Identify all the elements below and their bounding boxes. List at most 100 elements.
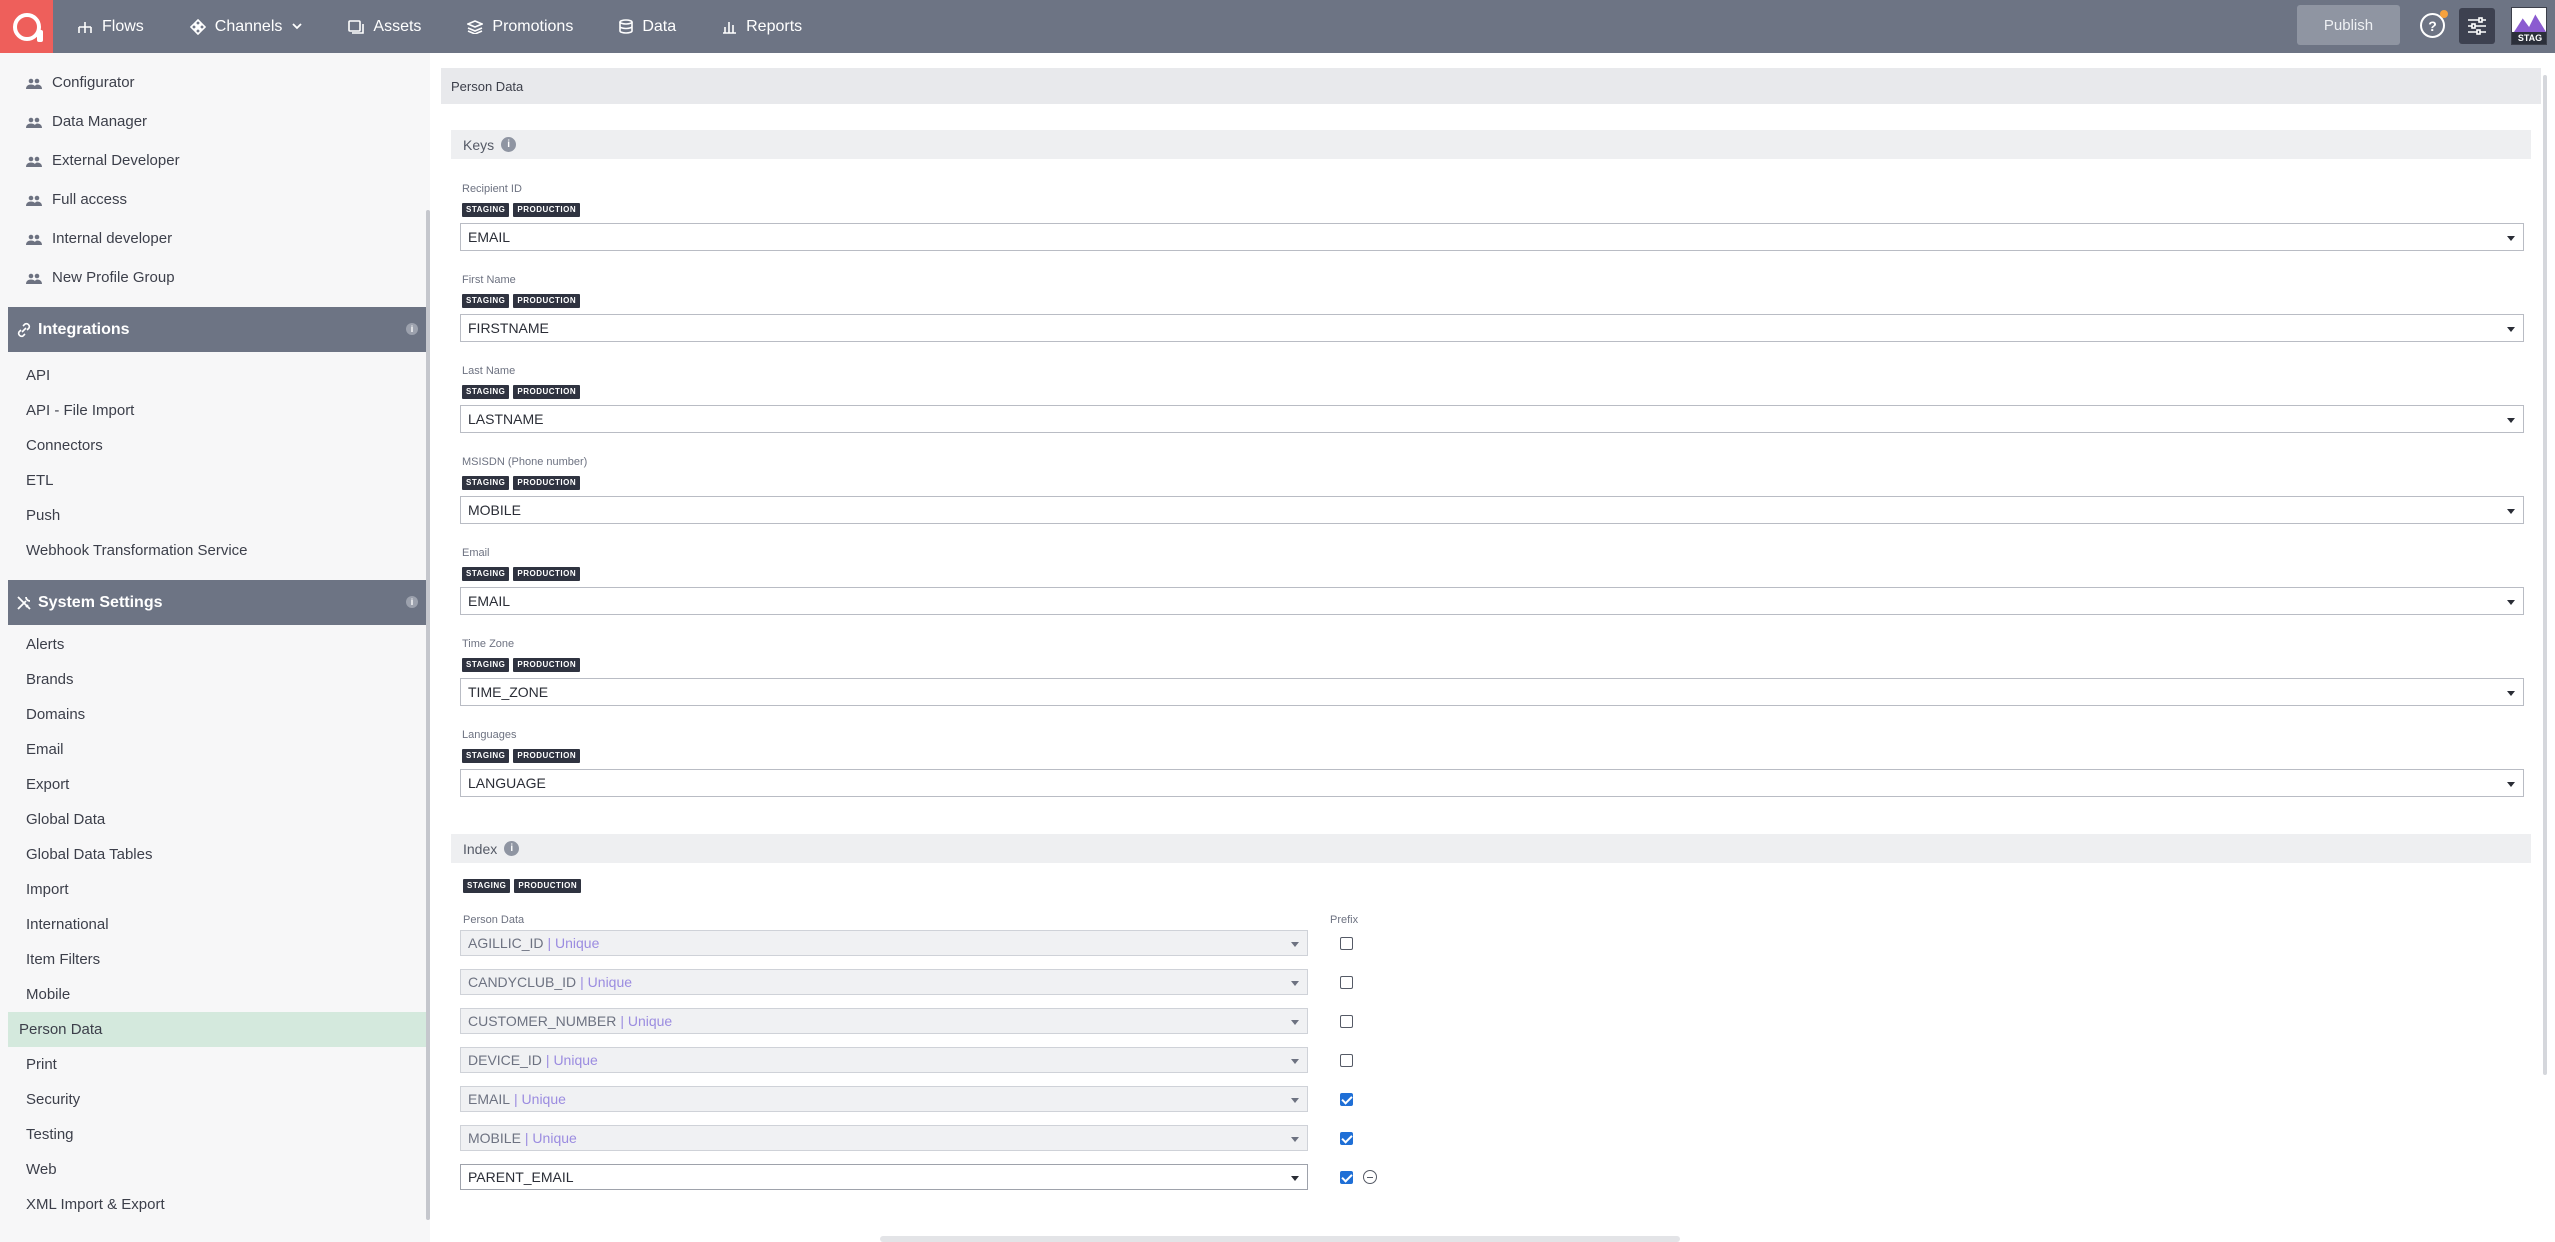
profile-group-item[interactable]: Configurator bbox=[0, 63, 430, 102]
prefix-checkbox[interactable] bbox=[1340, 1054, 1353, 1067]
prefix-checkbox[interactable] bbox=[1340, 1015, 1353, 1028]
sidebar-item[interactable]: Global Data bbox=[8, 802, 426, 837]
key-field-label: Time Zone bbox=[462, 638, 515, 650]
main-scrollbar[interactable] bbox=[2543, 75, 2547, 1075]
index-env-tags: STAGING PRODUCTION bbox=[463, 879, 2541, 896]
key-field-select[interactable]: LASTNAME bbox=[460, 405, 2524, 433]
users-icon bbox=[26, 195, 42, 206]
sidebar-item[interactable]: Global Data Tables bbox=[8, 837, 426, 872]
env-tags: STAGING PRODUCTION bbox=[462, 294, 2541, 311]
caret-down-icon bbox=[1291, 1059, 1299, 1064]
sidebar-scrollbar[interactable] bbox=[426, 210, 430, 1220]
sidebar-item[interactable]: Web bbox=[8, 1152, 426, 1187]
profile-group-item[interactable]: New Profile Group bbox=[0, 258, 430, 297]
key-field-select[interactable]: MOBILE bbox=[460, 496, 2524, 524]
sidebar-item[interactable]: Testing bbox=[8, 1117, 426, 1152]
sidebar-item[interactable]: Alerts bbox=[8, 627, 426, 662]
sidebar-item[interactable]: API bbox=[8, 358, 426, 393]
integrations-header[interactable]: Integrations i bbox=[8, 307, 426, 352]
environment-badge[interactable]: STAG bbox=[2511, 7, 2547, 45]
users-icon bbox=[26, 273, 42, 284]
mountain-icon bbox=[2514, 13, 2546, 32]
staging-tag: STAGING bbox=[462, 476, 510, 490]
env-tags: STAGING PRODUCTION bbox=[462, 749, 2541, 766]
app-logo[interactable] bbox=[0, 0, 53, 53]
sidebar-item[interactable]: Email bbox=[8, 732, 426, 767]
sidebar-item[interactable]: Import bbox=[8, 872, 426, 907]
index-field-select[interactable]: AGILLIC_ID | Unique bbox=[460, 930, 1308, 956]
keys-title: Keys bbox=[463, 136, 495, 153]
sidebar-item[interactable]: Brands bbox=[8, 662, 426, 697]
profile-group-item[interactable]: Data Manager bbox=[0, 102, 430, 141]
production-tag: PRODUCTION bbox=[513, 203, 581, 217]
settings-button[interactable] bbox=[2459, 8, 2495, 44]
reports-icon bbox=[723, 21, 737, 34]
key-field-label: Last Name bbox=[462, 365, 516, 377]
caret-down-icon bbox=[1291, 1020, 1299, 1025]
index-field-select[interactable]: CUSTOMER_NUMBER | Unique bbox=[460, 1008, 1308, 1034]
promotions-icon bbox=[467, 19, 484, 34]
data-icon bbox=[619, 19, 634, 34]
system-settings-header[interactable]: System Settings i bbox=[8, 580, 426, 625]
key-field-select[interactable]: TIME_ZONE bbox=[460, 678, 2524, 706]
index-grid: Person Data Prefix AGILLIC_ID | Unique CAN… bbox=[441, 896, 2541, 1196]
nav-assets[interactable]: Assets bbox=[348, 0, 421, 53]
prefix-checkbox[interactable] bbox=[1340, 1093, 1353, 1106]
key-field-select[interactable]: EMAIL bbox=[460, 223, 2524, 251]
key-field-select[interactable]: FIRSTNAME bbox=[460, 314, 2524, 342]
prefix-checkbox[interactable] bbox=[1340, 1132, 1353, 1145]
nav-promotions[interactable]: Promotions bbox=[467, 0, 573, 53]
sidebar-item[interactable]: Export bbox=[8, 767, 426, 802]
prefix-checkbox[interactable] bbox=[1340, 1171, 1353, 1184]
info-icon[interactable]: i bbox=[501, 137, 517, 152]
profile-group-item[interactable]: Internal developer bbox=[0, 219, 430, 258]
index-col-person-data: Person Data bbox=[463, 914, 525, 926]
key-field: First Name STAGING PRODUCTION FIRSTNAME bbox=[460, 274, 2541, 342]
publish-button[interactable]: Publish bbox=[2297, 5, 2400, 45]
sidebar-item[interactable]: Print bbox=[8, 1047, 426, 1082]
remove-row-icon[interactable] bbox=[1363, 1170, 1377, 1184]
key-field-select[interactable]: LANGUAGE bbox=[460, 769, 2524, 797]
sidebar-item[interactable]: XML Import & Export bbox=[8, 1187, 426, 1222]
production-tag: PRODUCTION bbox=[513, 476, 581, 490]
users-icon bbox=[26, 156, 42, 167]
nav-channels[interactable]: Channels bbox=[189, 0, 303, 53]
unique-marker: | Unique bbox=[514, 1091, 566, 1107]
sidebar-item[interactable]: API - File Import bbox=[8, 393, 426, 428]
panel-title: Person Data bbox=[441, 68, 2541, 104]
sidebar-item[interactable]: Webhook Transformation Service bbox=[8, 533, 426, 568]
caret-down-icon bbox=[2507, 782, 2515, 787]
key-field-select[interactable]: EMAIL bbox=[460, 587, 2524, 615]
index-field-select[interactable]: MOBILE | Unique bbox=[460, 1125, 1308, 1151]
nav-reports[interactable]: Reports bbox=[722, 0, 802, 53]
index-field-select[interactable]: PARENT_EMAIL bbox=[460, 1164, 1308, 1190]
info-icon[interactable]: i bbox=[504, 841, 520, 856]
profile-group-item[interactable]: External Developer bbox=[0, 141, 430, 180]
caret-down-icon bbox=[2507, 509, 2515, 514]
sidebar-item[interactable]: Domains bbox=[8, 697, 426, 732]
index-field-select[interactable]: DEVICE_ID | Unique bbox=[460, 1047, 1308, 1073]
key-field-value: EMAIL bbox=[468, 593, 511, 609]
sidebar-item[interactable]: Mobile bbox=[8, 977, 426, 1012]
info-icon[interactable]: i bbox=[406, 323, 418, 335]
prefix-checkbox[interactable] bbox=[1340, 976, 1353, 989]
nav-data[interactable]: Data bbox=[619, 0, 676, 53]
caret-down-icon bbox=[2507, 418, 2515, 423]
info-icon[interactable]: i bbox=[406, 596, 418, 608]
profile-group-item[interactable]: Full access bbox=[0, 180, 430, 219]
sidebar-item[interactable]: ETL bbox=[8, 463, 426, 498]
sidebar-item[interactable]: Security bbox=[8, 1082, 426, 1117]
sidebar-item[interactable]: Item Filters bbox=[8, 942, 426, 977]
nav-flows[interactable]: Flows bbox=[77, 0, 144, 53]
sidebar-item[interactable]: Connectors bbox=[8, 428, 426, 463]
env-tags: STAGING PRODUCTION bbox=[462, 658, 2541, 675]
sidebar-item[interactable]: Person Data bbox=[8, 1012, 426, 1047]
index-field-select[interactable]: EMAIL | Unique bbox=[460, 1086, 1308, 1112]
prefix-checkbox[interactable] bbox=[1340, 937, 1353, 950]
unique-marker: | Unique bbox=[620, 1013, 673, 1029]
key-field: Recipient ID STAGING PRODUCTION EMAIL bbox=[460, 183, 2541, 251]
index-field-name: DEVICE_ID bbox=[468, 1052, 542, 1068]
sidebar-item[interactable]: International bbox=[8, 907, 426, 942]
sidebar-item[interactable]: Push bbox=[8, 498, 426, 533]
index-field-select[interactable]: CANDYCLUB_ID | Unique bbox=[460, 969, 1308, 995]
